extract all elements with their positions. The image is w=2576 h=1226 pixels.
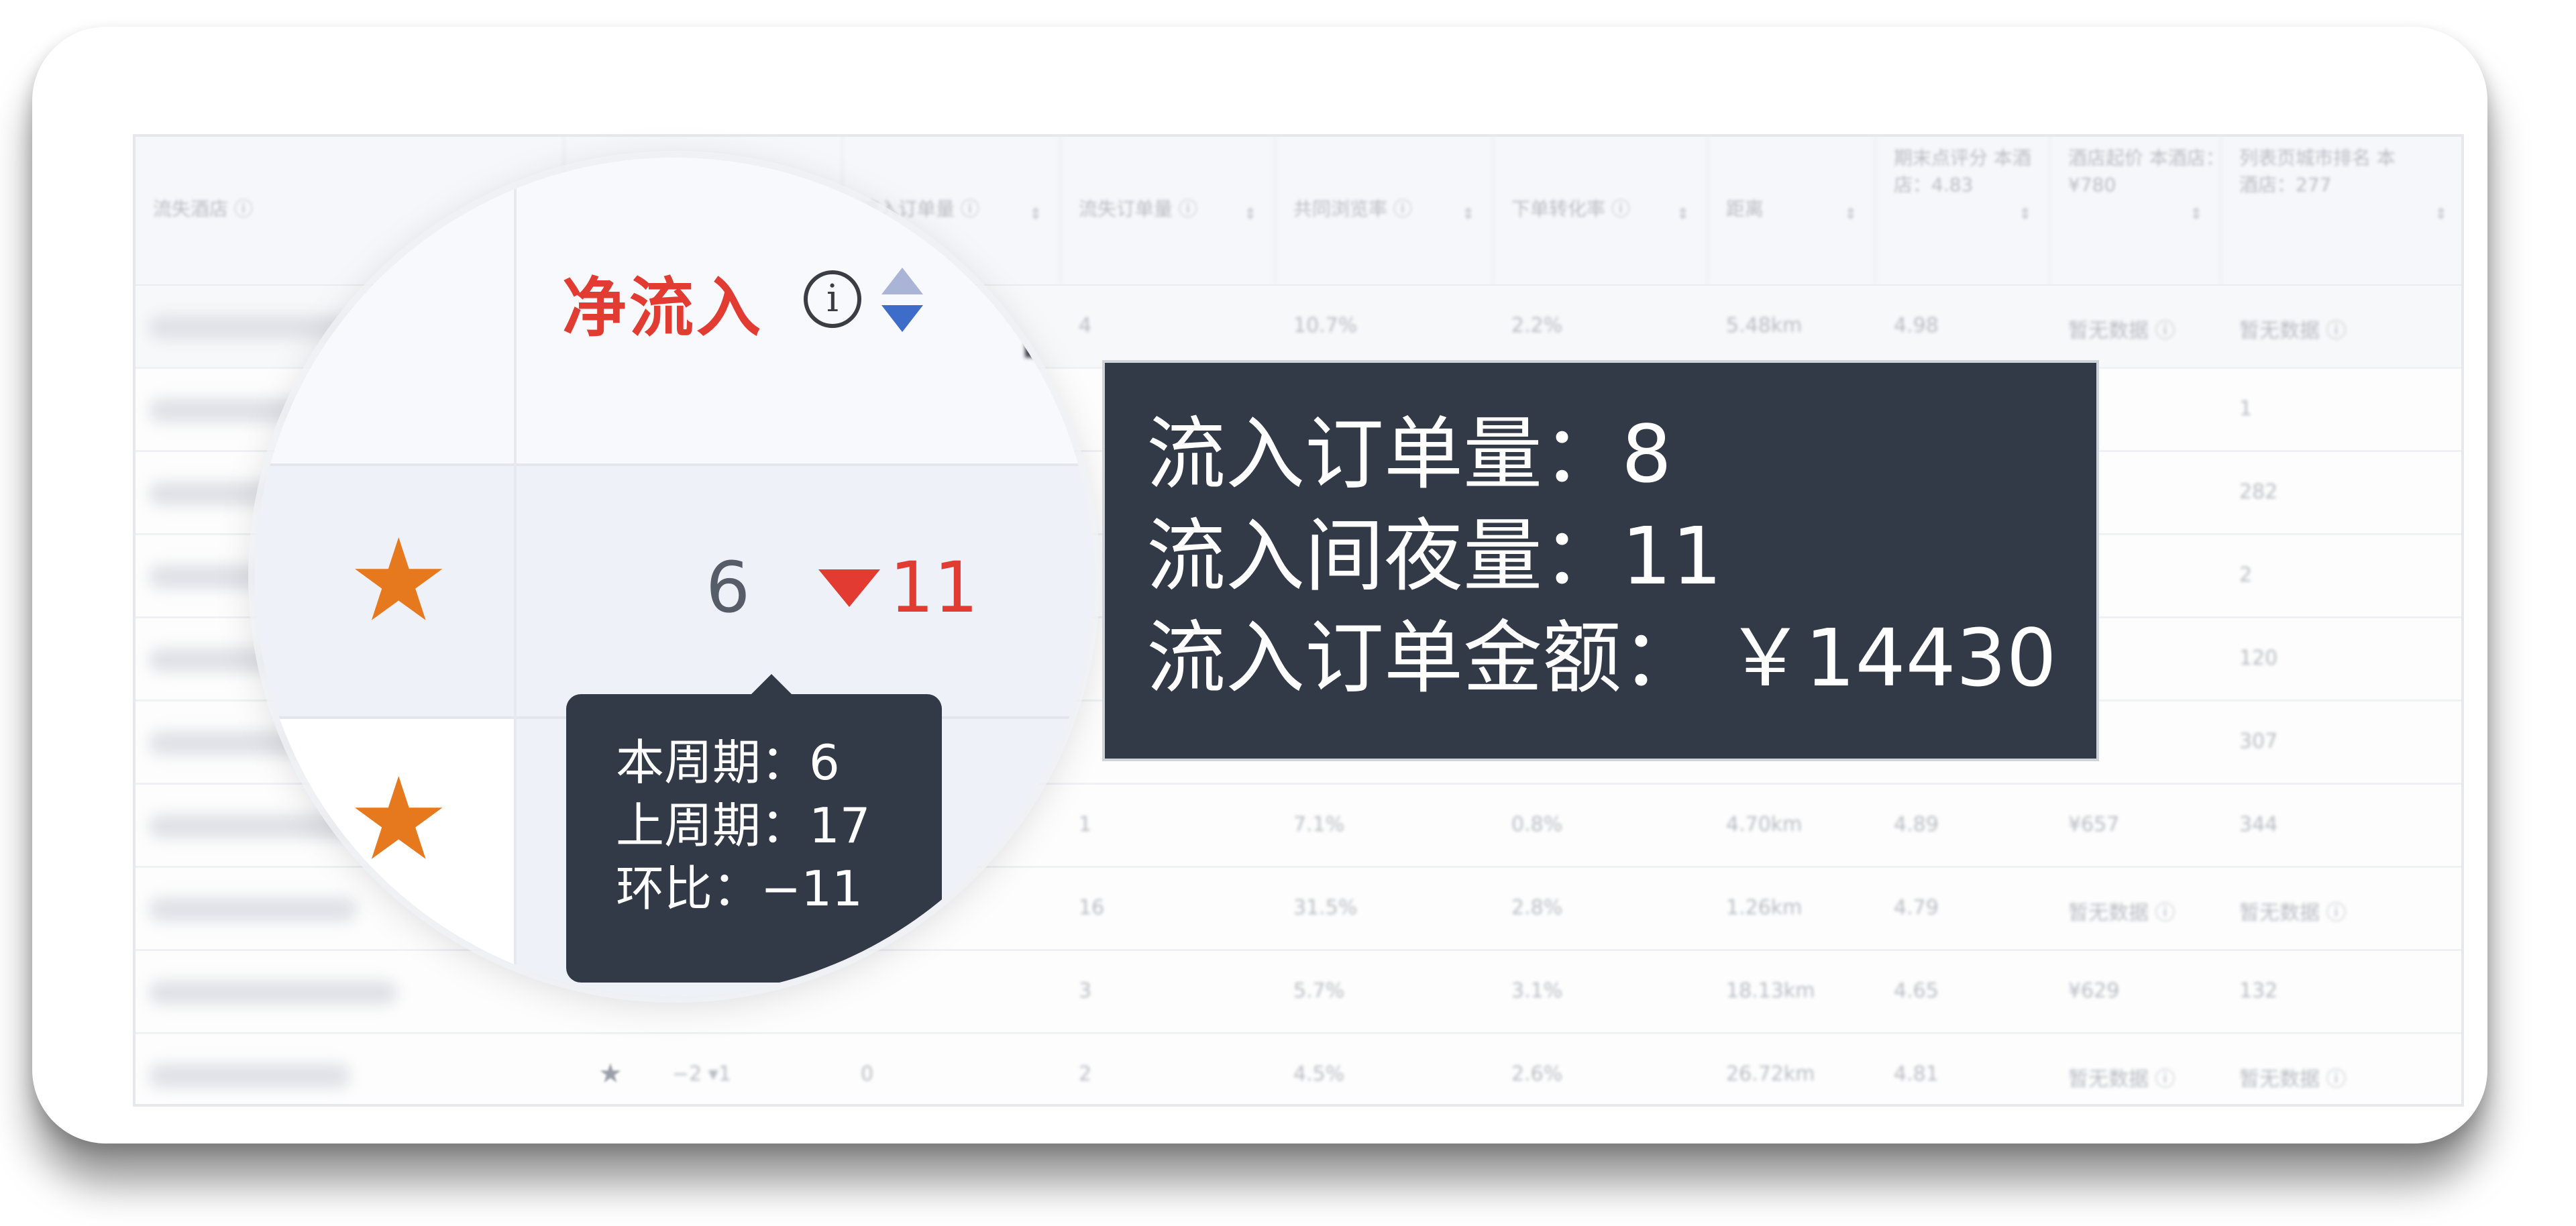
table-cell-rank: 132	[2239, 979, 2278, 1003]
table-cell-rating: 4.65	[1894, 979, 1939, 1003]
table-cell-price: 暂无数据 ⓘ	[2068, 1068, 2176, 1091]
sort-icon[interactable]: ⇕	[1244, 201, 1256, 228]
table-cell-inflow: 0	[861, 1062, 874, 1086]
table-cell-distance: 5.48km	[1726, 314, 1803, 337]
period-comparison-tooltip: 本周期：6 上周期：17 环比：−11	[566, 694, 942, 983]
column-header[interactable]: 流失订单量 ⓘ ⇕	[1061, 137, 1276, 284]
column-header-label: 期末点评分 本酒店：4.83	[1894, 147, 2031, 196]
table-cell-price: 暂无数据 ⓘ	[2068, 319, 2176, 343]
table-cell-rank: 1	[2239, 397, 2253, 421]
sort-icon[interactable]: ⇕	[1845, 201, 1857, 228]
table-cell-distance: 4.70km	[1726, 813, 1803, 836]
sort-icon[interactable]: ⇕	[2019, 201, 2031, 228]
column-header-label: 流失订单量 ⓘ	[1079, 198, 1197, 220]
sort-icon[interactable]: ⇕	[2435, 201, 2447, 228]
tooltip-arrow	[750, 674, 793, 695]
column-header[interactable]: 酒店起价 本酒店：¥780 ⇕	[2051, 137, 2224, 284]
inflow-room-nights: 流入间夜量：11	[1146, 510, 1723, 602]
table-cell-rank: 307	[2239, 730, 2278, 753]
column-header[interactable]: 距离 ⇕	[1709, 137, 1876, 284]
column-header[interactable]: 列表页城市排名 本酒店：277 ⇕	[2222, 137, 2461, 284]
favorite-star-icon[interactable]: ★	[347, 524, 449, 638]
net-inflow-column-title: 净流入	[562, 270, 763, 345]
sort-icon[interactable]	[879, 265, 926, 335]
hotel-name-blurred[interactable]	[149, 1064, 350, 1088]
table-cell-co-view: 5.7%	[1293, 979, 1345, 1003]
table-cell-distance: 1.26km	[1726, 896, 1803, 920]
table-cell-co-view: 4.5%	[1293, 1062, 1345, 1086]
column-header-label: 酒店起价 本酒店：¥780	[2068, 147, 2224, 196]
table-row[interactable]: ★ −2 ▾1 0 2 4.5% 2.6% 26.72km 4.81 暂无数据 ⓘ 暂无数据 ⓘ	[136, 1034, 2461, 1104]
table-cell-outflow: 4	[1079, 314, 1092, 337]
net-inflow-value[interactable]: 6	[706, 547, 750, 628]
net-inflow-change: 11	[890, 547, 979, 628]
table-cell-co-view: 7.1%	[1293, 813, 1345, 836]
inflow-order-amount: 流入订单金额： ￥14430	[1146, 612, 2057, 704]
column-header-label: 下单转化率 ⓘ	[1511, 198, 1630, 220]
column-header[interactable]: 下单转化率 ⓘ ⇕	[1494, 137, 1709, 284]
table-cell-rank: 暂无数据 ⓘ	[2239, 1068, 2347, 1091]
table-cell-rating: 4.98	[1894, 314, 1939, 337]
table-cell-price: ¥657	[2068, 813, 2120, 836]
info-icon[interactable]: i	[804, 270, 861, 328]
table-cell-rank: 暂无数据 ⓘ	[2239, 901, 2347, 925]
table-cell-rank: 120	[2239, 647, 2278, 670]
partial-header-glyph	[1025, 337, 1045, 357]
table-cell-price: 暂无数据 ⓘ	[2068, 901, 2176, 925]
table-cell-rank: 暂无数据 ⓘ	[2239, 319, 2347, 343]
table-cell-conversion: 2.8%	[1511, 896, 1563, 920]
table-cell-price: ¥629	[2068, 979, 2120, 1003]
magnifier-callout: 净流入 i ★ ★ 6 11 本周期：6 上周期：17 环比：−11	[255, 158, 1093, 996]
table-cell-conversion: 0.8%	[1511, 813, 1563, 836]
table-cell-distance: 26.72km	[1726, 1062, 1815, 1086]
column-header[interactable]: 期末点评分 本酒店：4.83 ⇕	[1876, 137, 2051, 284]
table-cell-co-view: 10.7%	[1293, 314, 1358, 337]
favorite-star-icon[interactable]: ★	[347, 763, 449, 877]
sort-icon[interactable]: ⇕	[2190, 201, 2202, 228]
sort-icon[interactable]: ⇕	[1677, 201, 1689, 228]
column-header[interactable]: 共同浏览率 ⓘ ⇕	[1276, 137, 1494, 284]
column-header-label: 距离	[1726, 198, 1764, 220]
inflow-orders-tooltip: 流入订单量：8 流入间夜量：11 流入订单金额： ￥14430	[1105, 363, 2096, 759]
tooltip-period-change: 环比：−11	[616, 860, 863, 917]
table-cell-rating: 4.79	[1894, 896, 1939, 920]
table-cell-net: −2 ▾1	[672, 1062, 731, 1086]
tooltip-current-period: 本周期：6	[616, 734, 840, 791]
table-cell-conversion: 3.1%	[1511, 979, 1563, 1003]
sort-icon[interactable]: ⇕	[1030, 201, 1042, 228]
column-header-label: 流失酒店 ⓘ	[153, 198, 253, 220]
column-divider	[514, 158, 517, 996]
table-cell-conversion: 2.2%	[1511, 314, 1563, 337]
inflow-order-count: 流入订单量：8	[1146, 408, 1672, 500]
table-cell-rank: 2	[2239, 563, 2253, 587]
table-cell-rank: 282	[2239, 480, 2278, 504]
table-cell-outflow: 2	[1079, 1062, 1092, 1086]
table-cell-distance: 18.13km	[1726, 979, 1815, 1003]
decrease-arrow-icon	[818, 569, 880, 607]
favorite-star-icon[interactable]: ★	[598, 1058, 623, 1089]
table-cell-rating: 4.81	[1894, 1062, 1939, 1086]
table-cell-rank: 344	[2239, 813, 2278, 836]
table-cell-conversion: 2.6%	[1511, 1062, 1563, 1086]
tooltip-previous-period: 上周期：17	[616, 797, 871, 854]
table-cell-rating: 4.89	[1894, 813, 1939, 836]
table-cell-co-view: 31.5%	[1293, 896, 1358, 920]
row-divider	[255, 463, 1093, 466]
sort-icon[interactable]: ⇕	[1462, 201, 1474, 228]
column-header-label: 共同浏览率 ⓘ	[1293, 198, 1412, 220]
column-header-label: 列表页城市排名 本酒店：277	[2239, 147, 2396, 196]
